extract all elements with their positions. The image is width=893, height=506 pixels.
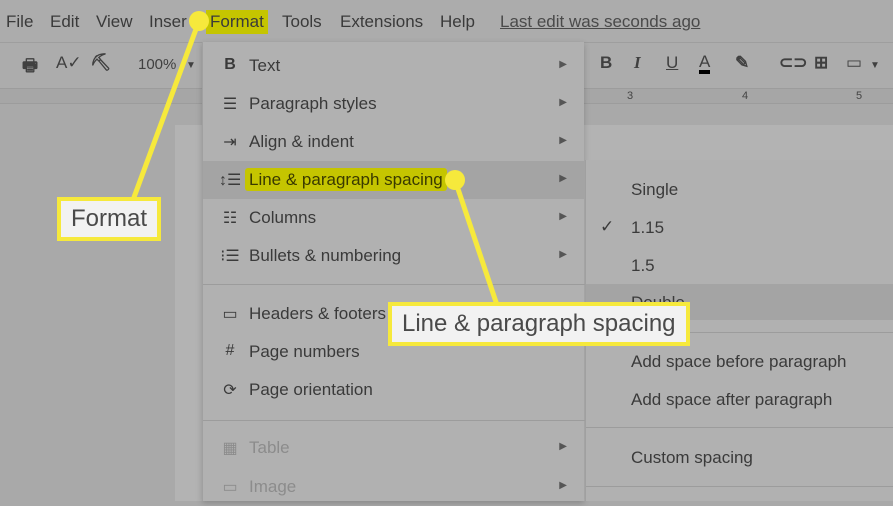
callout-spacing: Line & paragraph spacing bbox=[388, 302, 690, 346]
callout-line-spacing bbox=[452, 179, 500, 306]
callout-line-format bbox=[130, 20, 202, 201]
callout-dot-format bbox=[189, 11, 209, 31]
callout-format: Format bbox=[57, 197, 162, 241]
callout-dot-spacing bbox=[445, 170, 465, 190]
callout-lines bbox=[130, 11, 500, 306]
